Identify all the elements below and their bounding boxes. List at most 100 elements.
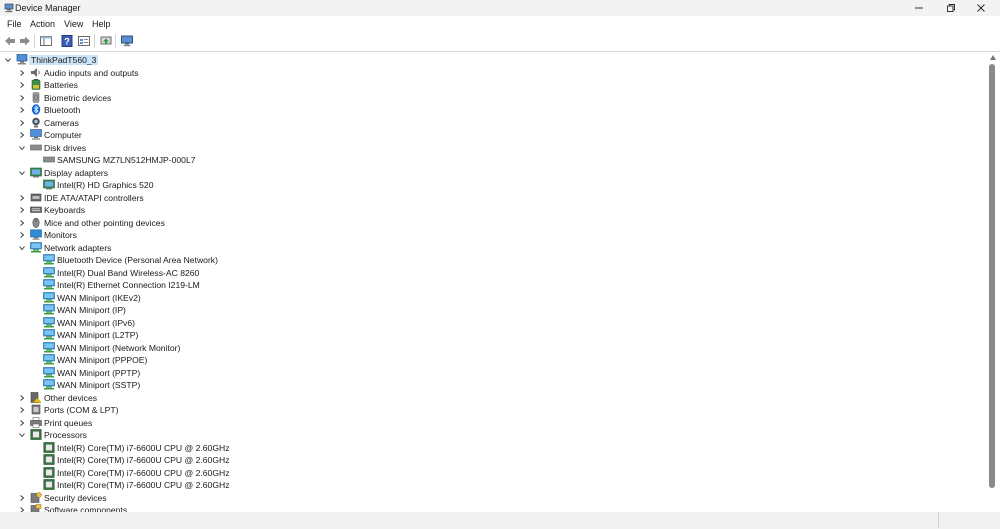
expand-chevron-icon[interactable] [18,494,26,502]
scrollbar-thumb[interactable] [989,64,995,488]
expand-chevron-icon[interactable] [18,94,26,102]
minimize-button[interactable] [902,0,936,16]
expand-chevron-icon[interactable] [18,106,26,114]
tree-root[interactable]: ThinkPadT560_3 [0,54,980,66]
vertical-scrollbar[interactable] [988,52,1000,512]
expand-chevron-icon[interactable] [18,419,26,427]
tree-device-row[interactable]: WAN Miniport (SSTP) [0,379,980,391]
toolbar-separator [34,34,35,48]
tree-node-label: Biometric devices [44,92,112,103]
status-bar-separator [938,513,939,528]
expand-chevron-icon[interactable] [18,81,26,89]
menu-file[interactable]: File [7,19,22,29]
tree-category-row[interactable]: Processors [0,429,980,441]
network-icon [43,366,55,378]
network-icon [43,304,55,315]
tree-node-label: Network adapters [44,242,112,253]
tree-device-row[interactable]: WAN Miniport (IPv6) [0,316,980,329]
tree-node-label: Security devices [44,492,107,503]
tree-node-label: IDE ATA/ATAPI controllers [44,192,144,203]
speaker-icon [30,67,42,78]
network-icon [43,341,55,353]
expand-chevron-icon[interactable] [18,231,26,239]
tree-device-row[interactable]: Bluetooth Device (Personal Area Network) [0,254,980,266]
display-icon [30,167,42,178]
tree-category-row[interactable]: Monitors [0,229,980,241]
tree-device-row[interactable]: Intel(R) Core(TM) i7-6600U CPU @ 2.60GHz [0,441,980,454]
port-icon [30,404,42,415]
help-button[interactable]: ? [59,33,75,49]
tree-device-row[interactable]: WAN Miniport (PPTP) [0,366,980,379]
tree-device-row[interactable]: Intel(R) Core(TM) i7-6600U CPU @ 2.60GHz [0,454,980,466]
forward-button[interactable] [17,33,33,49]
menu-help[interactable]: Help [92,19,111,29]
processor-icon [43,454,55,465]
tree-node-label: WAN Miniport (PPPOE) [57,355,148,365]
tree-category-row[interactable]: Display adapters [0,167,980,179]
expand-chevron-icon[interactable] [18,206,26,214]
tree-category-row[interactable]: Computer [0,129,980,141]
tree-device-row[interactable]: WAN Miniport (L2TP) [0,329,980,341]
tree-category-row[interactable]: Print queues [0,416,980,429]
tree-device-row[interactable]: Intel(R) Dual Band Wireless-AC 8260 [0,266,980,279]
title-bar: Device Manager [0,0,1000,16]
expand-chevron-icon[interactable] [18,406,26,414]
tree-category-row[interactable]: Batteries [0,79,980,91]
collapse-chevron-icon[interactable] [18,244,26,252]
scan-hardware-button[interactable] [119,33,135,49]
fingerprint-icon [30,91,42,103]
tree-category-row[interactable]: IDE ATA/ATAPI controllers [0,192,980,204]
tree-category-row[interactable]: Mice and other pointing devices [0,217,980,229]
tree-device-row[interactable]: Intel(R) Core(TM) i7-6600U CPU @ 2.60GHz [0,466,980,479]
collapse-chevron-icon[interactable] [18,144,26,152]
expand-chevron-icon[interactable] [18,219,26,227]
tree-node-label: WAN Miniport (IKEv2) [57,292,141,303]
tree-device-row[interactable]: WAN Miniport (IP) [0,304,980,316]
expand-chevron-icon[interactable] [18,194,26,202]
tree-category-row[interactable]: Audio inputs and outputs [0,67,980,79]
tree-node-label: WAN Miniport (PPTP) [57,367,141,378]
expand-chevron-icon[interactable] [18,394,26,402]
tree-category-row[interactable]: Software components [0,504,980,512]
tree-category-row[interactable]: Disk drives [0,142,980,154]
tree-category-row[interactable]: Biometric devices [0,91,980,104]
tree-device-row[interactable]: WAN Miniport (PPPOE) [0,354,980,366]
expand-chevron-icon[interactable] [18,131,26,139]
device-tree[interactable]: ThinkPadT560_3 Audio inputs and outputs B… [0,52,988,512]
network-icon [43,354,55,365]
scroll-up-arrow-icon[interactable] [990,55,996,60]
collapse-chevron-icon[interactable] [18,431,26,439]
close-button[interactable] [964,0,998,16]
tree-device-row[interactable]: WAN Miniport (IKEv2) [0,291,980,304]
tree-category-row[interactable]: Cameras [0,117,980,129]
back-button[interactable] [2,33,18,49]
restore-button[interactable] [934,0,968,16]
show-hide-console-tree-button[interactable] [38,33,54,49]
tree-node-label: SAMSUNG MZ7LN512HMJP-000L7 [57,155,196,165]
tree-device-row[interactable]: WAN Miniport (Network Monitor) [0,341,980,354]
console-tree-button[interactable] [76,33,92,49]
collapse-chevron-icon[interactable] [4,56,12,64]
tree-category-row[interactable]: Network adapters [0,241,980,254]
update-driver-button[interactable] [98,33,114,49]
tree-device-row[interactable]: Intel(R) HD Graphics 520 [0,179,980,191]
console-tree-icon [78,36,90,46]
expand-chevron-icon[interactable] [18,119,26,127]
network-icon [30,241,42,253]
expand-chevron-icon[interactable] [18,69,26,77]
tree-category-row[interactable]: Other devices [0,391,980,404]
tree-device-row[interactable]: SAMSUNG MZ7LN512HMJP-000L7 [0,154,980,166]
tree-device-row[interactable]: Intel(R) Core(TM) i7-6600U CPU @ 2.60GHz [0,479,980,491]
menu-view[interactable]: View [64,19,83,29]
tree-category-row[interactable]: Bluetooth [0,104,980,116]
tree-node-label: Computer [44,130,82,140]
tree-device-row[interactable]: Intel(R) Ethernet Connection I219-LM [0,279,980,291]
window-title: Device Manager [15,3,81,13]
tree-category-row[interactable]: Keyboards [0,204,980,216]
tree-category-row[interactable]: Security devices [0,491,980,504]
scan-hardware-icon [121,35,133,47]
collapse-chevron-icon[interactable] [18,169,26,177]
back-arrow-icon [5,36,15,46]
tree-category-row[interactable]: Ports (COM & LPT) [0,404,980,416]
menu-action[interactable]: Action [30,19,55,29]
